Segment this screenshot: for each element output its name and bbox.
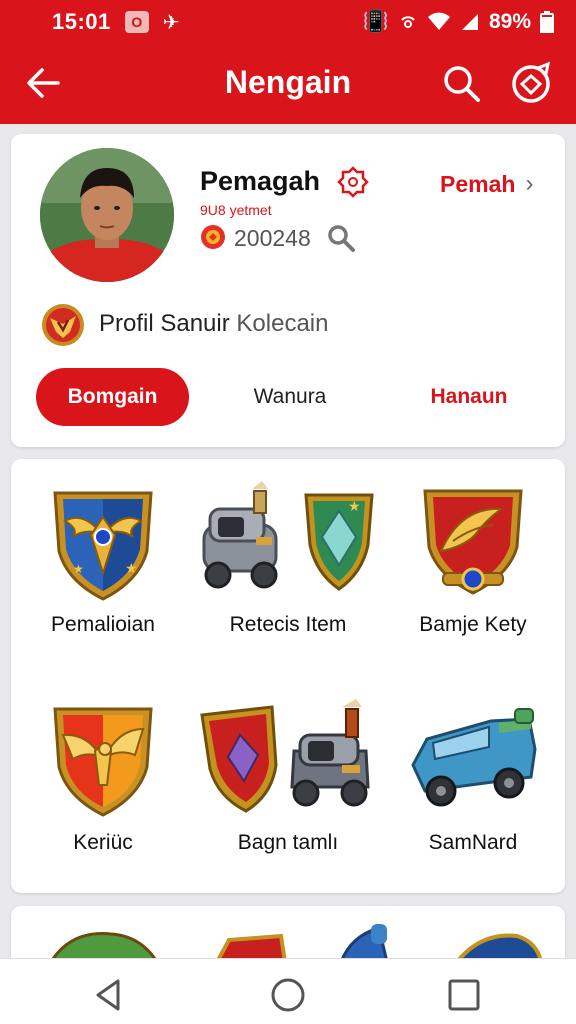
avatar[interactable] <box>40 148 174 282</box>
red-winged-shield-icon <box>423 489 523 595</box>
purple-shield-and-cannon-icon <box>200 699 370 813</box>
follow-link[interactable]: Pemah › <box>440 170 533 198</box>
vibrate-icon: 📳 <box>362 10 389 33</box>
phoenix-shield-icon <box>53 707 153 817</box>
item-card[interactable]: Keriüc <box>11 699 195 855</box>
notification-icon: O <box>124 11 149 33</box>
system-nav-bar <box>0 958 576 1024</box>
search-icon[interactable] <box>440 62 482 104</box>
battery-percent: 89% <box>488 10 531 33</box>
coin-icon <box>201 225 225 249</box>
item-card[interactable]: Bagn tamlı <box>196 699 380 855</box>
tab-bomgain[interactable]: Bomgain <box>36 368 189 426</box>
tab-bar: Bomgain Wanura Hanaun <box>36 368 546 426</box>
collection-label-muted: Kolecain <box>236 310 329 337</box>
item-label: SamNard <box>428 831 518 854</box>
collection-label-main: Profil Sanuir <box>99 310 230 337</box>
wifi-icon <box>427 12 450 30</box>
svg-text:★: ★ <box>125 560 138 576</box>
app-bar: Nengain <box>0 44 576 124</box>
blue-winged-shield-icon: ★ ★ <box>53 491 153 601</box>
battery-icon <box>540 11 554 33</box>
item-label: Keriüc <box>73 831 133 854</box>
nav-back-icon[interactable] <box>90 977 126 1013</box>
follow-label: Pemah <box>440 170 516 197</box>
collection-emblem-icon <box>42 304 84 346</box>
item-label: Bagn tamlı <box>237 831 339 854</box>
item-card[interactable]: SamNard <box>381 699 565 855</box>
profile-subtitle: 9U8 yetmet <box>200 202 272 218</box>
app-notification-icon: ✈ <box>162 11 180 34</box>
tab-wanura[interactable]: Wanura <box>214 368 366 426</box>
collection-label[interactable]: Profil Sanuir Kolecain <box>99 310 328 338</box>
gift-icon[interactable] <box>508 60 554 106</box>
items-grid: ★ ★ Pemalioian ★ Retecis Item Bamje Kety… <box>11 459 565 893</box>
profile-name: Pemagah <box>200 166 321 196</box>
status-time: 15:01 <box>52 9 111 34</box>
status-bar: 15:01 O ✈ 📳 89% <box>0 0 576 44</box>
hotspot-icon <box>401 16 415 28</box>
verified-badge-icon <box>337 166 369 198</box>
chevron-right-icon: › <box>525 170 534 197</box>
svg-text:★: ★ <box>73 562 84 576</box>
coin-count: 200248 <box>234 225 311 251</box>
profile-card: Pemagah 9U8 yetmet 200248 Pemah › Profil… <box>11 134 565 447</box>
nav-recents-icon[interactable] <box>446 977 482 1013</box>
item-label: Retecis Item <box>229 613 347 636</box>
svg-text:★: ★ <box>348 498 361 514</box>
item-label: Pemalioian <box>51 613 155 636</box>
signal-icon <box>461 14 478 30</box>
tab-hanaun[interactable]: Hanaun <box>393 368 545 426</box>
cannon-and-green-shield-icon: ★ <box>202 481 374 591</box>
item-card[interactable]: ★ ★ Pemalioian <box>11 481 195 637</box>
item-card[interactable]: Bamje Kety <box>381 481 565 637</box>
search-coins-icon[interactable] <box>326 223 356 253</box>
item-card[interactable]: ★ Retecis Item <box>196 481 380 637</box>
page-title: Nengain <box>224 64 352 100</box>
blue-vehicle-icon <box>411 708 537 807</box>
nav-home-icon[interactable] <box>270 977 306 1013</box>
item-label: Bamje Kety <box>419 613 527 636</box>
